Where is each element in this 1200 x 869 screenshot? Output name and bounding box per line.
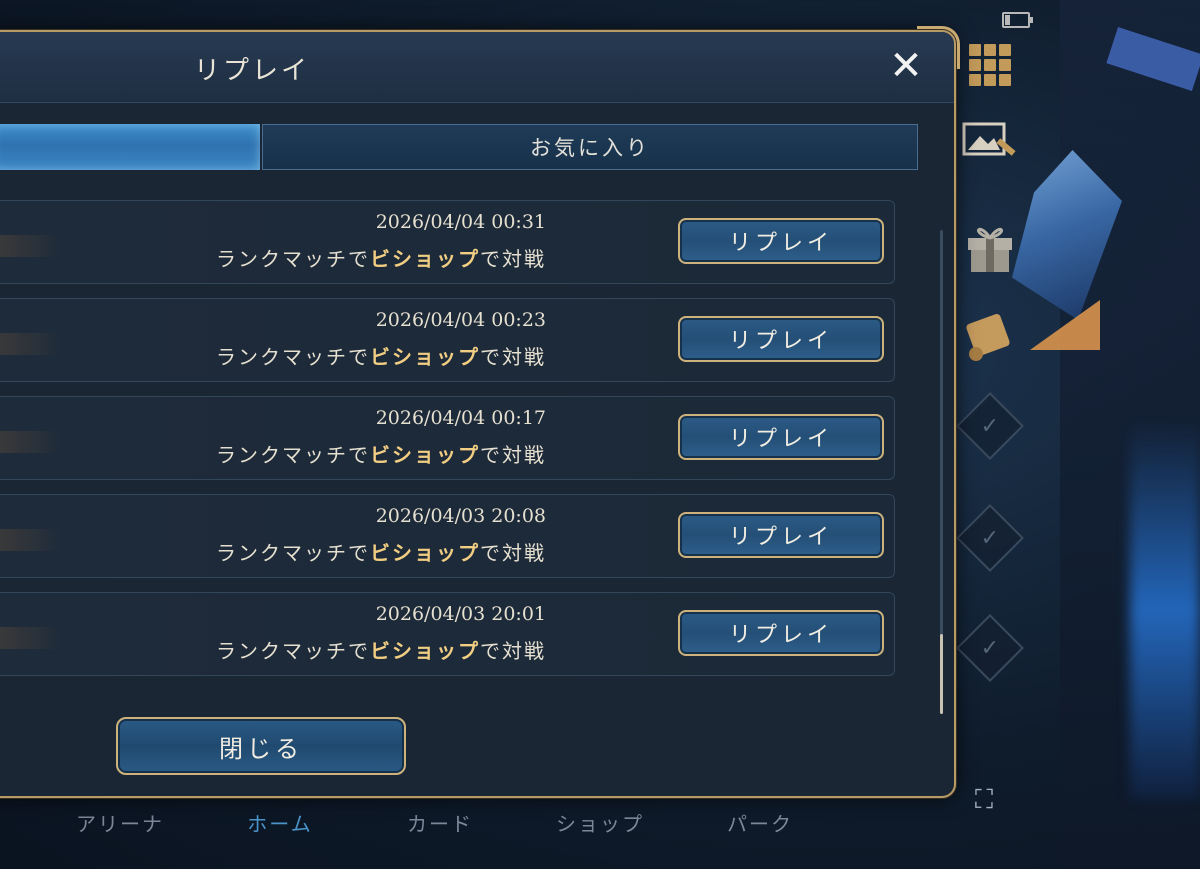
menu-grid-icon[interactable] <box>962 40 1018 90</box>
tab-favorites[interactable]: お気に入り <box>262 124 918 170</box>
deck-color-stripe <box>0 627 62 649</box>
match-type: ランクマッチで <box>216 443 370 467</box>
class-name: ビショップ <box>370 639 480 663</box>
match-suffix: で対戦 <box>480 541 546 565</box>
class-name: ビショップ <box>370 345 480 369</box>
replay-description: ランクマッチでビショップで対戦 <box>216 341 546 370</box>
class-name: ビショップ <box>370 541 480 565</box>
list-scrollbar[interactable] <box>940 230 943 714</box>
replay-row: 2026/04/04 00:17 ランクマッチでビショップで対戦 リプレイ <box>0 396 895 480</box>
replay-button[interactable]: リプレイ <box>678 316 884 362</box>
replay-description: ランクマッチでビショップで対戦 <box>216 439 546 468</box>
scroll-icon[interactable] <box>962 308 1018 368</box>
replay-row: 2026/04/04 00:23 ランクマッチでビショップで対戦 リプレイ <box>0 298 895 382</box>
battery-icon <box>1002 12 1033 28</box>
nav-cards[interactable]: カード <box>360 808 520 837</box>
replay-row: 2026/04/03 20:08 ランクマッチでビショップで対戦 リプレイ <box>0 494 895 578</box>
replay-date: 2026/04/03 20:08 <box>375 505 546 527</box>
blue-flame-art <box>1130 420 1200 800</box>
mission-check-icon[interactable]: ✓ <box>956 504 1024 572</box>
deck-color-stripe <box>0 431 62 453</box>
match-suffix: で対戦 <box>480 639 546 663</box>
nav-home[interactable]: ホーム <box>200 808 360 837</box>
class-name: ビショップ <box>370 443 480 467</box>
replay-date: 2026/04/04 00:31 <box>375 211 546 233</box>
mission-check-icon[interactable]: ✓ <box>956 392 1024 460</box>
replay-row: 2026/04/03 20:01 ランクマッチでビショップで対戦 リプレイ <box>0 592 895 676</box>
deck-color-stripe <box>0 235 62 257</box>
replay-button[interactable]: リプレイ <box>678 512 884 558</box>
close-icon[interactable]: ✕ <box>884 46 928 90</box>
replay-description: ランクマッチでビショップで対戦 <box>216 635 546 664</box>
replay-description: ランクマッチでビショップで対戦 <box>216 537 546 566</box>
replay-description: ランクマッチでビショップで対戦 <box>216 243 546 272</box>
replay-date: 2026/04/03 20:01 <box>375 603 546 625</box>
close-dialog-button[interactable]: 閉じる <box>116 717 406 775</box>
replay-row: 2026/04/04 00:31 ランクマッチでビショップで対戦 リプレイ <box>0 200 895 284</box>
dialog-title: リプレイ <box>193 56 310 86</box>
scrollbar-thumb[interactable] <box>940 634 943 714</box>
photo-edit-icon[interactable] <box>962 118 1018 168</box>
replay-list: 2026/04/04 00:31 ランクマッチでビショップで対戦 リプレイ 20… <box>0 200 896 690</box>
fullscreen-icon[interactable]: ⛶ <box>968 784 1000 816</box>
dialog-titlebar <box>0 32 954 103</box>
bottom-nav: アリーナ ホーム カード ショップ パーク <box>40 808 840 837</box>
match-type: ランクマッチで <box>216 247 370 271</box>
match-type: ランクマッチで <box>216 639 370 663</box>
match-suffix: で対戦 <box>480 443 546 467</box>
match-suffix: で対戦 <box>480 247 546 271</box>
tab-history[interactable] <box>0 124 260 170</box>
deck-color-stripe <box>0 529 62 551</box>
replay-button[interactable]: リプレイ <box>678 218 884 264</box>
gift-box-icon[interactable] <box>962 215 1018 275</box>
match-type: ランクマッチで <box>216 541 370 565</box>
mission-check-icon[interactable]: ✓ <box>956 614 1024 682</box>
match-suffix: で対戦 <box>480 345 546 369</box>
nav-park[interactable]: パーク <box>680 808 840 837</box>
deck-color-stripe <box>0 333 62 355</box>
replay-button[interactable]: リプレイ <box>678 414 884 460</box>
replay-button[interactable]: リプレイ <box>678 610 884 656</box>
replay-tabs: お気に入り <box>0 124 918 170</box>
replay-date: 2026/04/04 00:17 <box>375 407 546 429</box>
class-name: ビショップ <box>370 247 480 271</box>
nav-shop[interactable]: ショップ <box>520 808 680 837</box>
match-type: ランクマッチで <box>216 345 370 369</box>
replay-date: 2026/04/04 00:23 <box>375 309 546 331</box>
nav-arena[interactable]: アリーナ <box>40 808 200 837</box>
replay-dialog: リプレイ ✕ お気に入り 2026/04/04 00:31 ランクマッチでビショ… <box>0 26 960 798</box>
